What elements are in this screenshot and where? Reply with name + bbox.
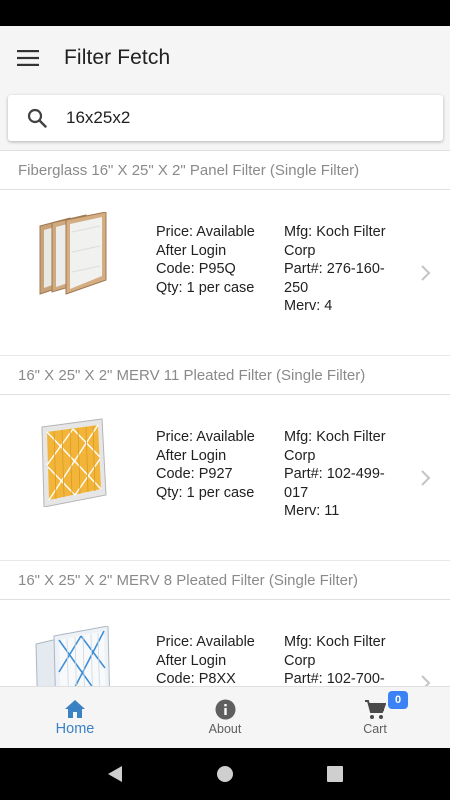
nav-home[interactable]: Home (0, 687, 150, 748)
menu-button[interactable] (0, 26, 56, 90)
manufacturer-info: Mfg: Koch Filter Corp Part#: 102-499- 01… (284, 428, 400, 521)
product-section-header: 16" X 25" X 2" MERV 11 Pleated Filter (S… (0, 356, 450, 395)
nav-cart-label: Cart (363, 722, 387, 736)
search-icon[interactable] (8, 95, 66, 141)
blue-pleated-filter-image (35, 626, 110, 686)
product-qty: Qty: 1 per case (156, 484, 255, 501)
part-number-cont: 017 (284, 484, 309, 501)
search-area (0, 90, 450, 150)
price-label-cont: After Login (156, 447, 227, 464)
back-triangle-icon (108, 766, 122, 782)
cart-icon (365, 700, 386, 719)
hamburger-menu-icon (17, 50, 39, 66)
chevron-right-icon[interactable] (416, 672, 434, 686)
system-back-button[interactable] (95, 754, 135, 794)
nav-about[interactable]: About (150, 687, 300, 748)
nav-cart[interactable]: 0 Cart (300, 687, 450, 748)
price-info: Price: Available After Login Code: P927 … (156, 428, 276, 502)
manufacturer: Mfg: Koch Filter (284, 634, 386, 650)
manufacturer: Mfg: Koch Filter (284, 429, 386, 445)
product-list[interactable]: Fiberglass 16" X 25" X 2" Panel Filter (… (0, 150, 450, 686)
price-label: Price: Available (156, 224, 255, 240)
info-icon (215, 699, 235, 720)
search-input[interactable] (66, 108, 426, 128)
price-label: Price: Available (156, 634, 255, 650)
recents-square-icon (327, 766, 343, 782)
product-code: Code: P95Q (156, 261, 236, 277)
product-qty: Qty: 1 per case (156, 279, 255, 296)
chevron-right-icon[interactable] (416, 467, 434, 489)
product-row[interactable]: Price: Available After Login Code: P927 … (0, 395, 450, 561)
merv-rating: Merv: 4 (284, 298, 333, 314)
app-bar: Filter Fetch (0, 26, 450, 90)
yellow-pleated-filter-image (41, 418, 107, 507)
part-number: Part#: 102-700- (284, 671, 385, 686)
system-recents-button[interactable] (315, 754, 355, 794)
fiberglass-panel-filter-image (39, 212, 107, 295)
manufacturer-info: Mfg: Koch Filter Corp Part#: 102-700- (284, 633, 400, 686)
part-number: Part#: 102-499- (284, 466, 385, 482)
manufacturer-cont: Corp (284, 242, 316, 259)
merv-rating: Merv: 11 (284, 503, 340, 519)
nav-about-label: About (208, 722, 242, 736)
manufacturer-cont: Corp (284, 447, 316, 464)
product-code: Code: P927 (156, 466, 233, 482)
search-box[interactable] (8, 95, 443, 141)
system-home-button[interactable] (205, 754, 245, 794)
manufacturer-info: Mfg: Koch Filter Corp Part#: 276-160- 25… (284, 223, 400, 316)
price-label-cont: After Login (156, 242, 227, 259)
price-label: Price: Available (156, 429, 255, 445)
part-number: Part#: 276-160- (284, 261, 385, 277)
price-label-cont: After Login (156, 652, 227, 669)
part-number-cont: 250 (284, 279, 309, 296)
app-title: Filter Fetch (64, 46, 171, 69)
home-icon (65, 699, 85, 718)
home-circle-icon (217, 766, 233, 782)
price-info: Price: Available After Login Code: P95Q … (156, 223, 276, 297)
bottom-navigation: Home About 0 Cart (0, 686, 450, 748)
chevron-right-icon[interactable] (416, 262, 434, 284)
product-row[interactable]: Price: Available After Login Code: P8XX … (0, 600, 450, 686)
manufacturer-cont: Corp (284, 652, 316, 669)
system-navigation-bar (0, 748, 450, 800)
nav-home-label: Home (55, 720, 95, 737)
product-row[interactable]: Price: Available After Login Code: P95Q … (0, 190, 450, 356)
status-bar (0, 0, 450, 26)
price-info: Price: Available After Login Code: P8XX (156, 633, 276, 686)
product-code: Code: P8XX (156, 671, 236, 686)
manufacturer: Mfg: Koch Filter (284, 224, 386, 240)
cart-count-badge: 0 (388, 691, 408, 709)
product-section-header: Fiberglass 16" X 25" X 2" Panel Filter (… (0, 151, 450, 190)
product-section-header: 16" X 25" X 2" MERV 8 Pleated Filter (Si… (0, 561, 450, 600)
